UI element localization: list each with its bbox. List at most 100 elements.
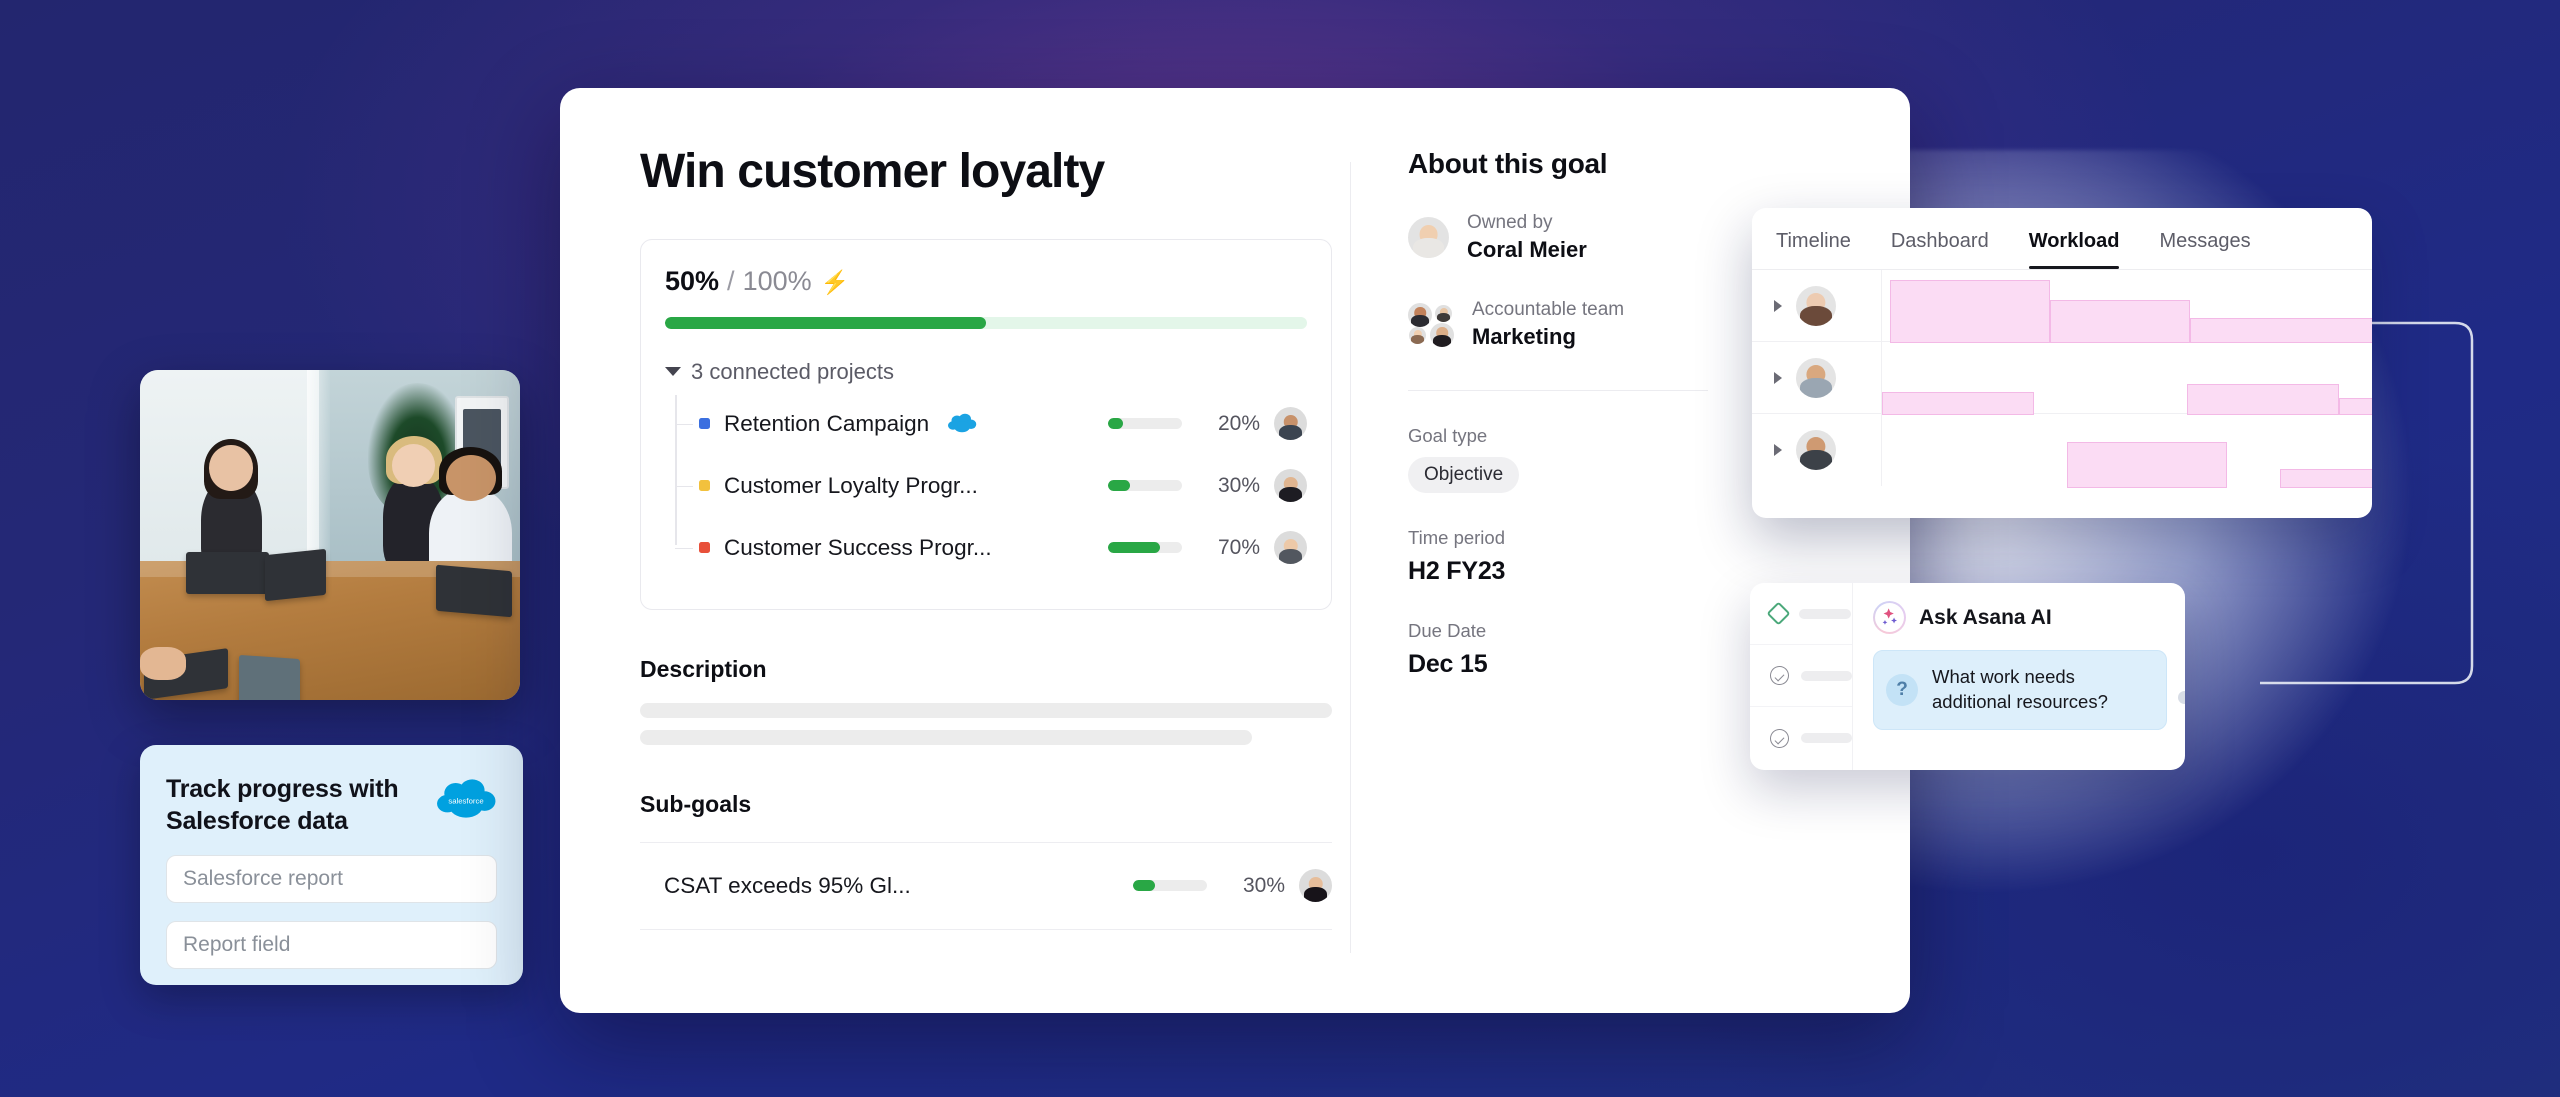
photo-laptop-1 xyxy=(185,551,270,595)
photo-hand xyxy=(140,647,186,681)
project-progress-fill xyxy=(1108,542,1160,554)
avatar[interactable] xyxy=(1796,285,1836,326)
meeting-photo xyxy=(140,370,520,700)
subgoal-progress-bar xyxy=(1133,880,1207,892)
project-color-dot xyxy=(699,418,710,430)
workload-capacity-chart xyxy=(1882,270,2372,343)
ai-question-text: What work needs additional resources? xyxy=(1932,666,2108,712)
subgoal-progress-percent: 30% xyxy=(1242,873,1285,897)
subgoal-name: CSAT exceeds 95% Gl... xyxy=(664,872,911,898)
asana-ai-sparkle-icon xyxy=(1873,601,1906,634)
project-name: Customer Loyalty Progr... xyxy=(724,472,978,498)
tab-dashboard[interactable]: Dashboard xyxy=(1891,230,1989,269)
time-period-label: Time period xyxy=(1408,527,1505,548)
status-badge[interactable]: Objective xyxy=(1408,457,1520,493)
goal-progress-separator: / xyxy=(727,265,735,296)
accountable-team-value: Marketing xyxy=(1472,324,1576,349)
page-root: Track progress with Salesforce data sale… xyxy=(0,0,2560,1097)
project-progress-bar xyxy=(1108,480,1182,492)
list-item[interactable] xyxy=(1750,645,1852,707)
list-item[interactable]: CSAT exceeds 95% Gl... 30% xyxy=(640,843,1332,929)
description-heading: Description xyxy=(640,655,767,682)
tab-messages[interactable]: Messages xyxy=(2159,230,2250,269)
table-row[interactable]: Customer Success Progr... 70% xyxy=(675,517,1307,579)
project-color-dot xyxy=(699,480,710,492)
workload-row-header[interactable] xyxy=(1752,414,1882,486)
avatar[interactable] xyxy=(1796,357,1836,398)
salesforce-report-placeholder: Salesforce report xyxy=(183,867,343,890)
salesforce-report-input[interactable]: Salesforce report xyxy=(166,855,497,903)
workload-row-header[interactable] xyxy=(1752,342,1882,413)
goal-progress-current: 50% xyxy=(665,265,720,296)
task-placeholder xyxy=(1800,670,1852,681)
expand-triangle-icon[interactable] xyxy=(1774,444,1782,456)
salesforce-card-title: Track progress with Salesforce data xyxy=(166,775,399,835)
time-period-field: Time period H2 FY23 xyxy=(1408,527,1910,586)
team-avatar-cluster[interactable] xyxy=(1408,302,1454,347)
goal-progress-bar-fill xyxy=(665,316,986,329)
goal-progress-summary: 50% / 100% ⚡ xyxy=(665,266,1307,297)
description-placeholder-line xyxy=(640,729,1252,745)
project-progress-percent: 70% xyxy=(1217,535,1260,559)
milestone-diamond-icon xyxy=(1766,601,1791,626)
avatar[interactable] xyxy=(1299,869,1332,903)
ai-panel-body: Ask Asana AI ? What work needs additiona… xyxy=(1853,583,2185,770)
ai-suggested-question[interactable]: ? What work needs additional resources? xyxy=(1873,650,2167,730)
workload-row[interactable] xyxy=(1752,414,2372,488)
connector-node xyxy=(2178,691,2185,704)
time-period-value[interactable]: H2 FY23 xyxy=(1408,557,1910,586)
subgoals-heading: Sub-goals xyxy=(640,790,752,817)
owned-by-label: Owned by xyxy=(1467,212,1553,233)
connected-projects-toggle[interactable]: 3 connected projects xyxy=(665,359,1307,385)
goal-progress-bar xyxy=(665,316,1307,329)
salesforce-logo-icon: salesforce xyxy=(435,777,497,821)
photo-laptop-5 xyxy=(238,654,300,700)
avatar[interactable] xyxy=(1274,469,1307,503)
check-circle-icon[interactable] xyxy=(1770,666,1789,685)
goal-progress-total: 100% xyxy=(742,265,812,296)
list-item[interactable] xyxy=(1750,707,1852,769)
project-progress-percent: 30% xyxy=(1217,473,1260,497)
ai-panel-header: Ask Asana AI xyxy=(1873,601,2167,634)
project-color-dot xyxy=(699,542,710,554)
report-field-input[interactable]: Report field xyxy=(166,921,497,969)
avatar[interactable] xyxy=(1796,430,1836,470)
workload-capacity-chart xyxy=(1882,414,2372,488)
ai-panel-title: Ask Asana AI xyxy=(1919,605,2052,629)
connected-projects-label: 3 connected projects xyxy=(691,358,895,384)
about-divider xyxy=(1408,390,1708,391)
project-name: Customer Success Progr... xyxy=(724,534,992,560)
salesforce-integration-card: Track progress with Salesforce data sale… xyxy=(140,745,523,985)
table-row[interactable]: Customer Loyalty Progr... 30% xyxy=(675,455,1307,517)
ask-asana-ai-card: Ask Asana AI ? What work needs additiona… xyxy=(1750,583,2185,770)
avatar[interactable] xyxy=(1274,407,1307,441)
workload-row[interactable] xyxy=(1752,270,2372,343)
about-heading: About this goal xyxy=(1408,148,1608,179)
ai-task-list xyxy=(1750,583,1853,770)
list-item[interactable] xyxy=(1750,583,1852,645)
avatar[interactable] xyxy=(1274,531,1307,565)
owned-by-value: Coral Meier xyxy=(1467,237,1587,262)
svg-text:salesforce: salesforce xyxy=(448,797,483,806)
tab-timeline[interactable]: Timeline xyxy=(1776,230,1851,269)
workload-tab-bar: Timeline Dashboard Workload Messages xyxy=(1752,208,2372,270)
avatar[interactable] xyxy=(1408,217,1449,258)
photo-laptop-3 xyxy=(436,564,513,618)
expand-triangle-icon[interactable] xyxy=(1774,371,1782,384)
report-field-placeholder: Report field xyxy=(183,933,291,956)
photo-laptop-2 xyxy=(265,548,327,601)
meeting-photo-card xyxy=(140,370,520,700)
salesforce-card-header: Track progress with Salesforce data sale… xyxy=(166,773,497,837)
check-circle-icon[interactable] xyxy=(1770,728,1789,748)
project-progress-bar xyxy=(1108,418,1182,430)
description-placeholder-line xyxy=(640,702,1332,718)
project-name: Retention Campaign xyxy=(724,410,930,436)
table-row[interactable]: Retention Campaign 20% xyxy=(675,393,1307,455)
workload-row[interactable] xyxy=(1752,342,2372,415)
page-title: Win customer loyalty xyxy=(640,145,1105,198)
tab-workload[interactable]: Workload xyxy=(2028,230,2119,269)
workload-row-header[interactable] xyxy=(1752,270,1882,341)
expand-triangle-icon[interactable] xyxy=(1774,299,1782,312)
task-placeholder xyxy=(1800,733,1852,743)
task-placeholder xyxy=(1799,608,1851,619)
